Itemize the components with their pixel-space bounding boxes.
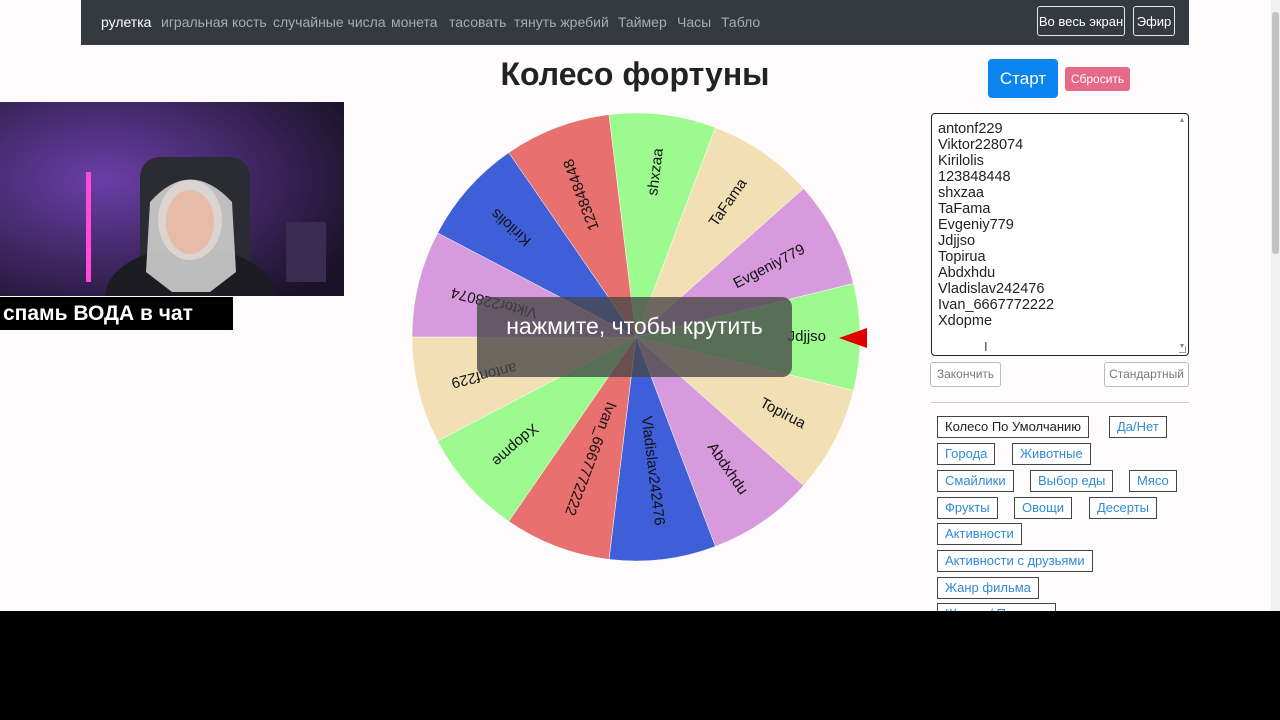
- text-cursor-icon: I: [984, 339, 988, 354]
- web-page: рулетка игральная кость случайные числа …: [0, 0, 1280, 611]
- preset-animals[interactable]: Животные: [1012, 443, 1091, 465]
- broadcast-button[interactable]: Эфир: [1133, 6, 1175, 36]
- nav-draw-lots[interactable]: тянуть жребий: [514, 14, 609, 30]
- name-line: Vladislav242476: [938, 281, 1045, 297]
- start-button[interactable]: Старт: [988, 59, 1058, 98]
- light-strip: [86, 172, 91, 282]
- nav-shuffle[interactable]: тасовать: [449, 14, 506, 30]
- webcam-overlay: [0, 102, 344, 296]
- preset-fruits[interactable]: Фрукты: [937, 497, 998, 519]
- standard-button[interactable]: Стандартный: [1104, 362, 1189, 387]
- pointer-shape: [839, 328, 867, 348]
- preset-desserts[interactable]: Десерты: [1089, 497, 1158, 519]
- scroll-up-icon[interactable]: ▲: [1178, 117, 1186, 125]
- spin-prompt-button[interactable]: нажмите, чтобы крутить: [477, 297, 792, 377]
- nav-roulette[interactable]: рулетка: [101, 14, 151, 30]
- nav-scoreboard[interactable]: Табло: [721, 14, 760, 30]
- chat-caption: спамь ВОДА в чат: [0, 297, 233, 330]
- nav-dice[interactable]: игральная кость: [161, 14, 267, 30]
- page-scroll-thumb[interactable]: [1272, 12, 1279, 254]
- lamp-shape: [286, 222, 326, 282]
- name-line: Topirua: [938, 249, 986, 265]
- preset-food[interactable]: Выбор еды: [1030, 470, 1114, 492]
- divider: [931, 402, 1189, 403]
- wheel-segment-label: Jdjjso: [788, 328, 826, 345]
- preset-activities[interactable]: Активности: [937, 523, 1022, 545]
- preset-emoji[interactable]: Смайлики: [937, 470, 1014, 492]
- reset-button[interactable]: Сбросить: [1065, 67, 1130, 91]
- name-line: Kirilolis: [938, 153, 984, 169]
- name-line: antonf229: [938, 121, 1003, 137]
- name-line: shxzaa: [938, 185, 984, 201]
- finish-button[interactable]: Закончить: [930, 362, 1001, 387]
- preset-default-wheel[interactable]: Колесо По Умолчанию: [937, 416, 1090, 438]
- name-line: 123848448: [938, 169, 1011, 185]
- name-line: Evgeniy779: [938, 217, 1014, 233]
- preset-activities-friends[interactable]: Активности с друзьями: [937, 550, 1093, 572]
- top-navbar: рулетка игральная кость случайные числа …: [81, 0, 1189, 45]
- streamer-video: [0, 102, 344, 296]
- page-scrollbar[interactable]: [1271, 0, 1280, 611]
- resize-grip-icon[interactable]: [1179, 346, 1186, 353]
- names-textarea[interactable]: antonf229 Viktor228074 Kirilolis 123848448 s…: [931, 113, 1189, 356]
- name-line: Jdjjso: [938, 233, 976, 249]
- name-line: Abdxhdu: [938, 265, 996, 281]
- names-list: antonf229 Viktor228074 Kirilolis 123848448 s…: [938, 121, 1188, 329]
- person-face-inner: [166, 190, 214, 254]
- preset-meat[interactable]: Мясо: [1129, 470, 1177, 492]
- nav-random-numbers[interactable]: случайные числа: [273, 14, 386, 30]
- nav-clock[interactable]: Часы: [677, 14, 711, 30]
- name-line: TaFama: [938, 201, 991, 217]
- preset-yes-no[interactable]: Да/Нет: [1109, 416, 1167, 438]
- name-line: Ivan_6667772222: [938, 297, 1055, 313]
- name-line: Xdopme: [938, 313, 993, 329]
- preset-hat-gift[interactable]: Шляпа / Подарок: [937, 603, 1056, 611]
- preset-vegetables[interactable]: Овощи: [1014, 497, 1073, 519]
- fullscreen-button[interactable]: Во весь экран: [1037, 6, 1125, 36]
- preset-movie-genre[interactable]: Жанр фильма: [937, 577, 1039, 599]
- nav-timer[interactable]: Таймер: [618, 14, 667, 30]
- nav-coin[interactable]: монета: [391, 14, 438, 30]
- name-line: Viktor228074: [938, 137, 1024, 153]
- wheel-pointer-icon: [839, 328, 867, 348]
- textarea-scrollbar[interactable]: ▲ ▼: [1178, 117, 1186, 355]
- preset-cities[interactable]: Города: [937, 443, 996, 465]
